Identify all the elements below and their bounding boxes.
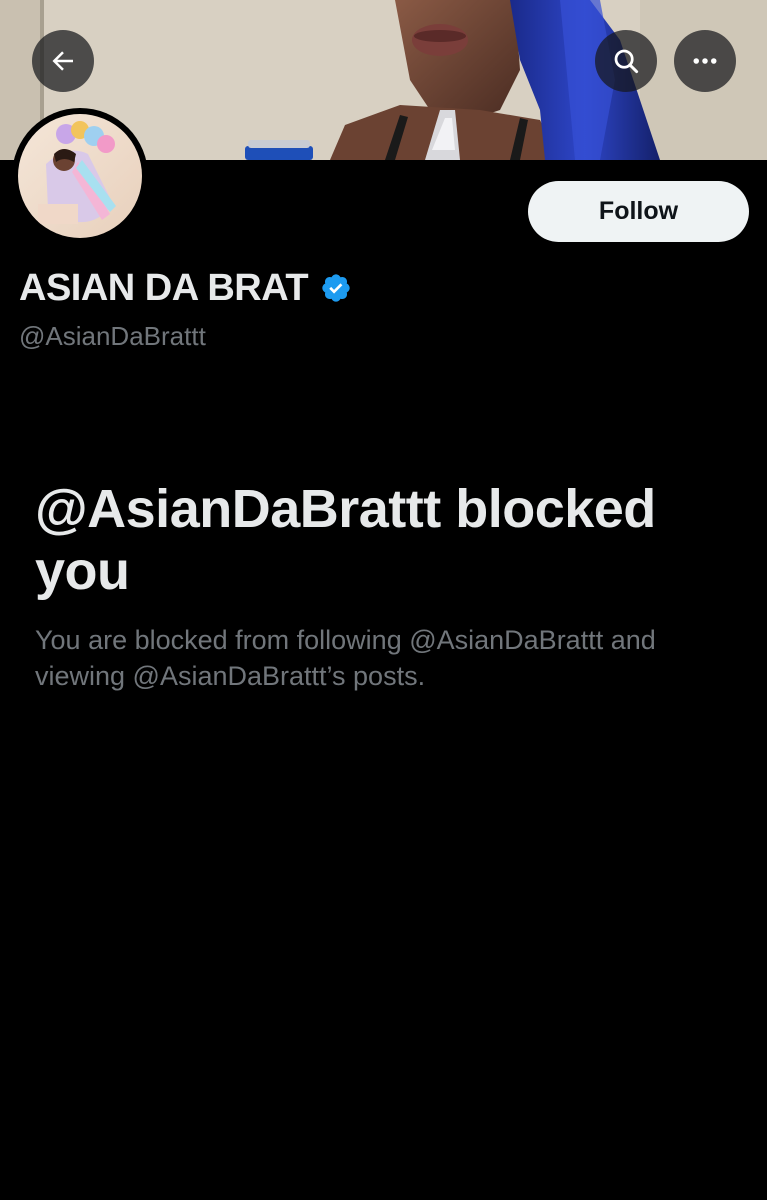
- verified-badge-icon[interactable]: [320, 272, 352, 304]
- back-button[interactable]: [32, 30, 94, 92]
- arrow-left-icon: [52, 51, 73, 71]
- search-icon: [614, 49, 639, 74]
- more-options-button[interactable]: [674, 30, 736, 92]
- avatar[interactable]: [12, 108, 148, 244]
- profile-name-row: ASIAN DA BRAT: [19, 265, 352, 311]
- blocked-description: You are blocked from following @AsianDaB…: [35, 625, 656, 691]
- follow-button[interactable]: Follow: [528, 181, 749, 242]
- display-name: ASIAN DA BRAT: [19, 266, 309, 309]
- search-button[interactable]: [595, 30, 657, 92]
- avatar-image: [18, 114, 142, 238]
- blocked-title: @AsianDaBrattt blocked you: [35, 479, 656, 601]
- profile-handle: @AsianDaBrattt: [19, 321, 206, 351]
- more-horizontal-icon: [693, 58, 717, 64]
